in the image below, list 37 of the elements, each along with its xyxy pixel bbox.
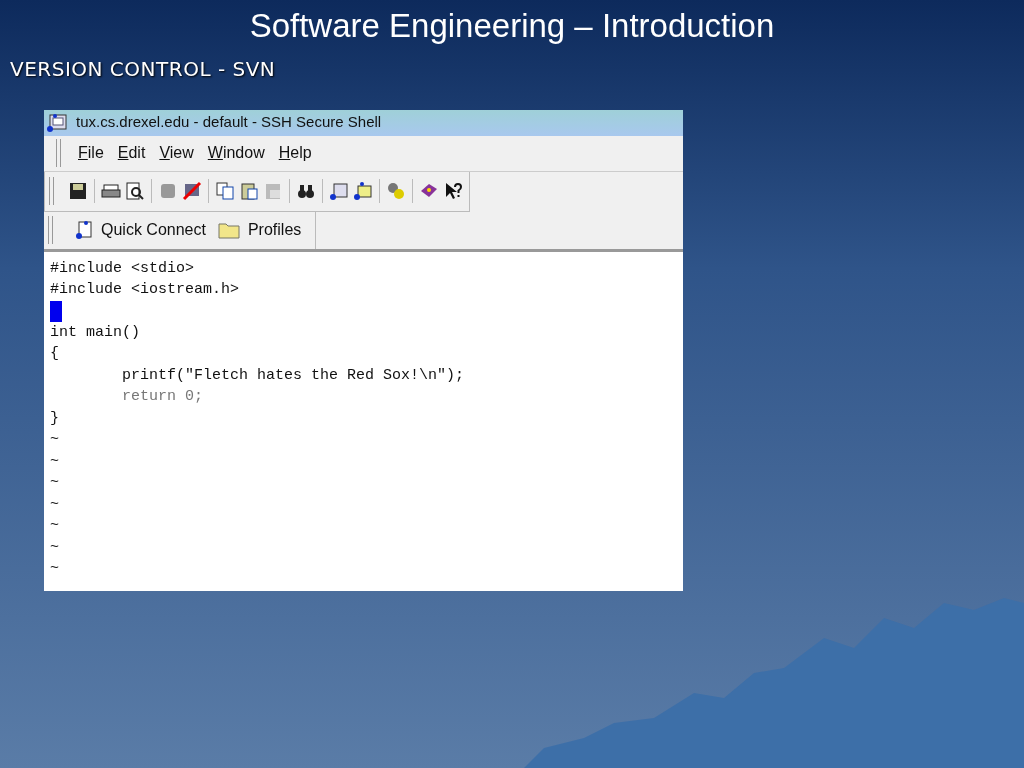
toolbar-button[interactable]: Profiles xyxy=(217,218,302,243)
empty-line-marker: ~ xyxy=(50,473,59,494)
copy-icon[interactable] xyxy=(215,181,235,202)
window-title: tux.cs.drexel.edu - default - SSH Secure Shell xyxy=(76,112,382,133)
code-line: } xyxy=(50,408,59,429)
new-file-transfer-icon[interactable] xyxy=(353,181,373,202)
menu-item[interactable]: Window xyxy=(200,141,272,166)
empty-line-marker: ~ xyxy=(50,451,59,472)
folder-icon xyxy=(217,221,240,240)
new-terminal-icon[interactable] xyxy=(329,181,349,202)
menu-item[interactable]: View xyxy=(152,141,201,166)
terminal-icon xyxy=(46,112,68,133)
slide-title: Software Engineering – Introduction xyxy=(248,6,776,46)
code-line: int main() xyxy=(50,322,140,343)
connect-icon xyxy=(75,220,93,241)
print-preview-icon[interactable] xyxy=(125,181,145,202)
clipboard-icon[interactable] xyxy=(263,181,283,202)
empty-line-marker: ~ xyxy=(50,516,59,537)
empty-line-marker: ~ xyxy=(50,430,59,451)
text-cursor xyxy=(50,300,62,322)
menu-item[interactable]: Edit xyxy=(110,141,153,166)
code-line: printf("Fletch hates the Red Sox!\n"); xyxy=(121,365,465,386)
menu-item[interactable]: Help xyxy=(271,141,319,166)
paste-icon[interactable] xyxy=(239,181,259,202)
code-line: #include <iostream.h> xyxy=(50,280,240,301)
help-pointer-icon[interactable] xyxy=(443,181,463,202)
empty-line-marker: ~ xyxy=(50,494,59,515)
menu-item[interactable]: File xyxy=(71,141,111,166)
toolbar-button[interactable]: Quick Connect xyxy=(75,218,206,243)
save-icon[interactable] xyxy=(68,181,88,202)
code-line: { xyxy=(50,344,59,365)
empty-line-marker: ~ xyxy=(50,537,59,558)
empty-line-marker: ~ xyxy=(50,559,59,580)
code-line: return 0; xyxy=(121,387,204,408)
disconnect-icon[interactable] xyxy=(182,181,202,202)
slide-subtitle: VERSION CONTROL - SVN xyxy=(10,55,276,83)
code-line: #include <stdio> xyxy=(50,258,195,279)
